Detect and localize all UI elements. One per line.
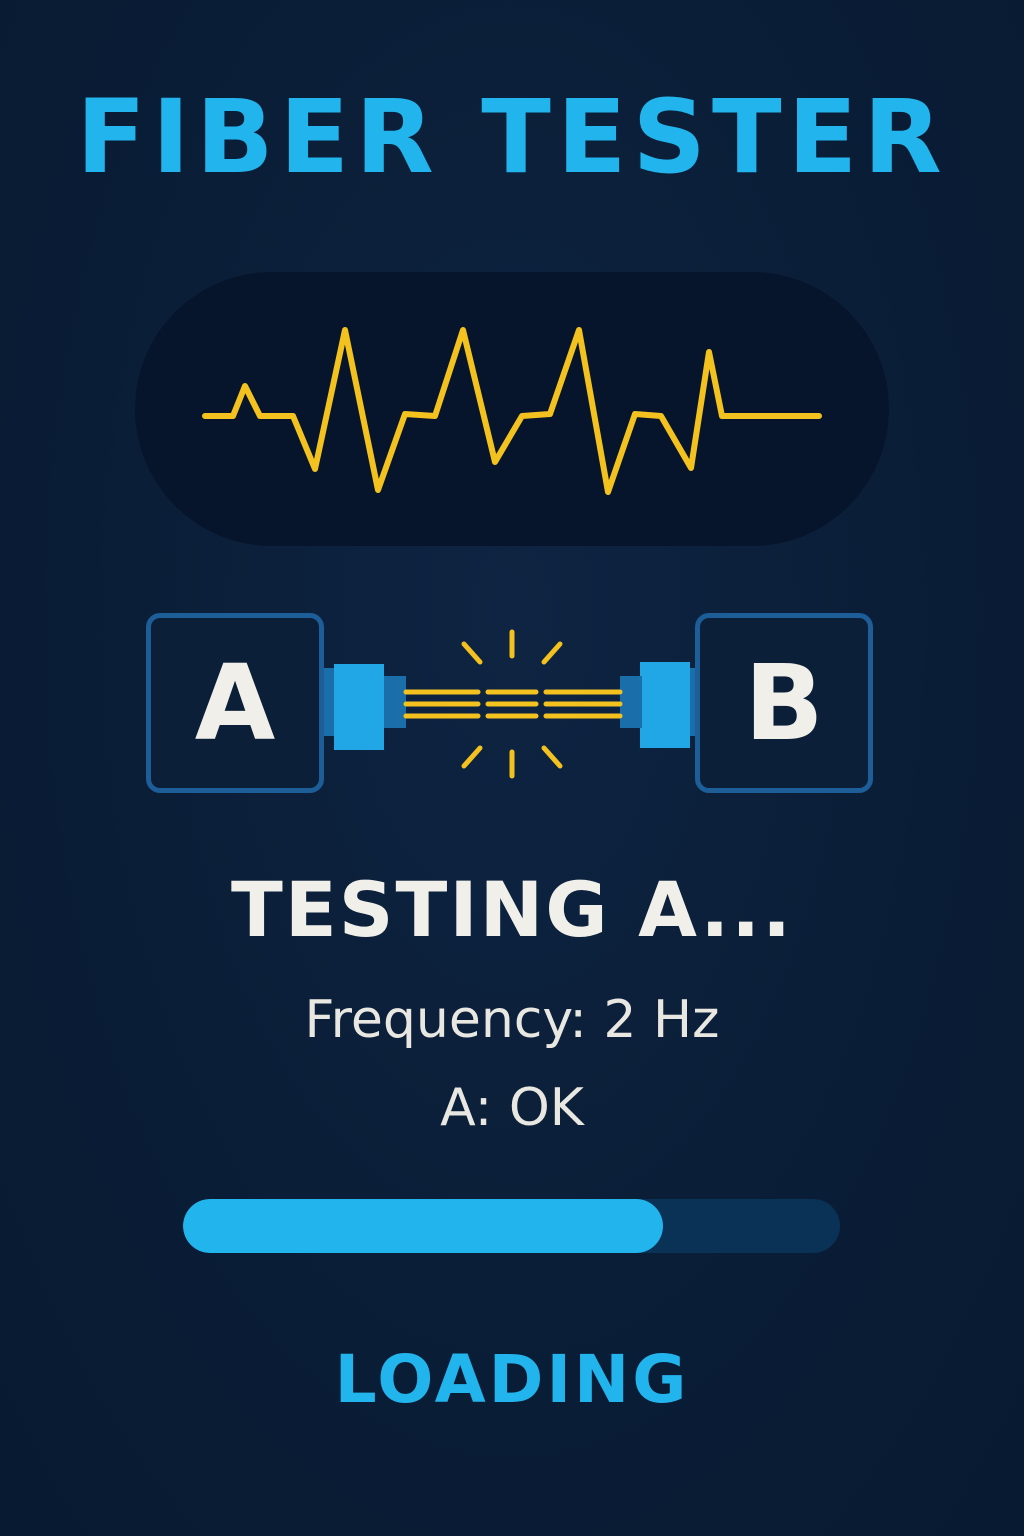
test-result: A: OK [440,1078,584,1138]
port-b-box: B [695,613,873,793]
frequency-readout: Frequency: 2 Hz [304,990,720,1050]
connection-diagram: A B [0,600,1024,810]
right-plug-body [640,662,690,748]
left-plug-tip [384,676,406,728]
port-a-label: A [194,642,276,764]
app-title: FIBER TESTER [76,78,948,197]
progress-bar-fill [183,1199,663,1253]
port-a-box: A [146,613,324,793]
fiber-tester-screen: FIBER TESTER A B TESTING A... Frequency:… [0,0,1024,1536]
progress-bar [183,1199,840,1253]
fiber-lines [403,689,623,719]
test-status-heading: TESTING A... [231,865,793,954]
left-plug-body [334,664,384,750]
port-b-label: B [744,642,824,764]
right-plug-tip [620,676,642,728]
loading-label: LOADING [334,1341,690,1418]
waveform-display [135,272,889,546]
waveform-graph [202,327,822,495]
waveform-trace [202,327,822,495]
